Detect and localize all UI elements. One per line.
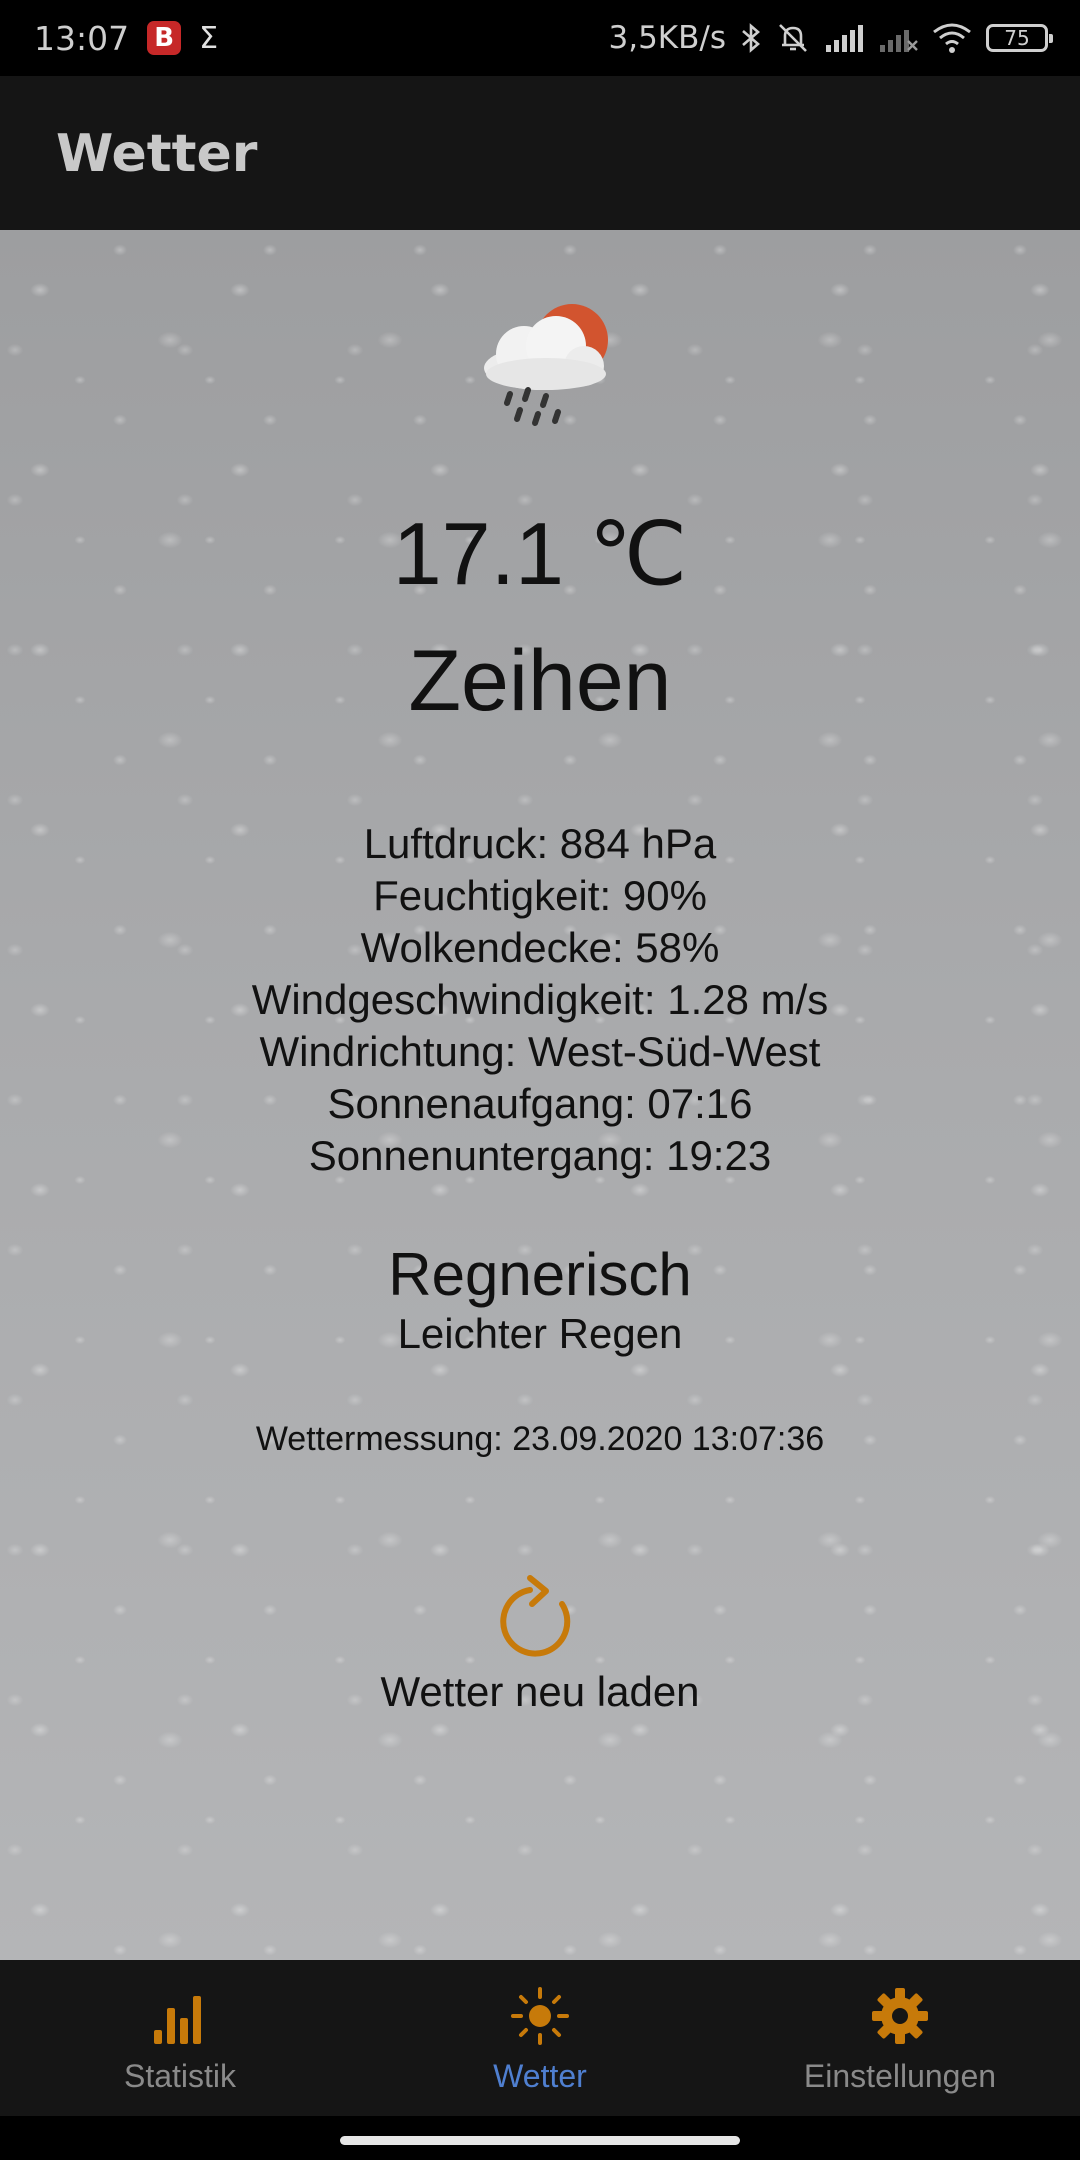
signal-no-service-icon <box>878 23 918 53</box>
weather-content: 17.1 ℃ Zeihen Luftdruck: 884 hPa Feuchti… <box>0 230 1080 1960</box>
city-name: Zeihen <box>408 633 672 729</box>
status-left: 13:07 B Σ <box>34 14 218 62</box>
battery-level: 75 <box>1004 26 1030 50</box>
rain-cloud-sun-icon <box>462 290 618 430</box>
refresh-icon[interactable] <box>500 1570 584 1662</box>
page-title: Wetter <box>56 124 258 184</box>
weather-details: Luftdruck: 884 hPa Feuchtigkeit: 90% Wol… <box>0 818 1080 1182</box>
nav-label-einstellungen[interactable]: Einstellungen <box>720 2058 1080 2095</box>
nav-item-statistik[interactable]: Statistik <box>0 1960 360 2116</box>
sun-icon[interactable] <box>510 1986 570 2046</box>
battery-icon: 75 <box>986 24 1053 52</box>
gear-icon[interactable] <box>870 1986 930 2046</box>
weather-condition: Regnerisch <box>388 1241 692 1308</box>
detail-wind-speed: Windgeschwindigkeit: 1.28 m/s <box>251 976 829 1023</box>
reload-weather-button[interactable]: Wetter neu laden <box>340 1570 740 1730</box>
nav-item-einstellungen[interactable]: Einstellungen <box>720 1960 1080 2116</box>
measurement-timestamp: Wettermessung: 23.09.2020 13:07:36 <box>255 1420 825 1458</box>
home-gesture-handle[interactable] <box>340 2136 740 2145</box>
status-bar: 13:07 B Σ 3,5KB/s 75 <box>0 0 1080 76</box>
wifi-icon <box>932 22 972 54</box>
detail-humidity: Feuchtigkeit: 90% <box>373 872 707 919</box>
nav-label-wetter[interactable]: Wetter <box>360 2058 720 2095</box>
mute-bell-icon <box>776 21 810 55</box>
nav-label-statistik[interactable]: Statistik <box>0 2058 360 2095</box>
gesture-bar <box>0 2116 1080 2160</box>
bluetooth-icon <box>740 22 762 54</box>
weather-app-screen: 13:07 B Σ 3,5KB/s 75 Wetter 17.1 ℃ Zeihe… <box>0 0 1080 2160</box>
bottom-navigation: Statistik Wetter Einstellungen <box>0 1960 1080 2116</box>
sigma-icon: Σ <box>199 20 219 56</box>
status-time: 13:07 <box>34 18 130 58</box>
detail-pressure: Luftdruck: 884 hPa <box>363 820 717 867</box>
detail-sunset: Sonnenuntergang: 19:23 <box>308 1132 772 1179</box>
temperature: 17.1 ℃ <box>392 504 688 603</box>
app-badge-icon: B <box>147 21 182 55</box>
detail-sunrise: Sonnenaufgang: 07:16 <box>327 1080 753 1127</box>
network-speed: 3,5KB/s <box>608 20 727 56</box>
app-bar: Wetter <box>0 76 1080 230</box>
bar-chart-icon[interactable] <box>152 1986 208 2046</box>
signal-icon <box>824 23 864 53</box>
reload-weather-label[interactable]: Wetter neu laden <box>340 1668 740 1716</box>
weather-condition-description: Leichter Regen <box>397 1310 683 1357</box>
nav-item-wetter[interactable]: Wetter <box>360 1960 720 2116</box>
detail-wind-direction: Windrichtung: West-Süd-West <box>259 1028 821 1075</box>
status-right: 3,5KB/s 75 <box>608 14 1053 62</box>
detail-cloud-cover: Wolkendecke: 58% <box>360 924 720 971</box>
